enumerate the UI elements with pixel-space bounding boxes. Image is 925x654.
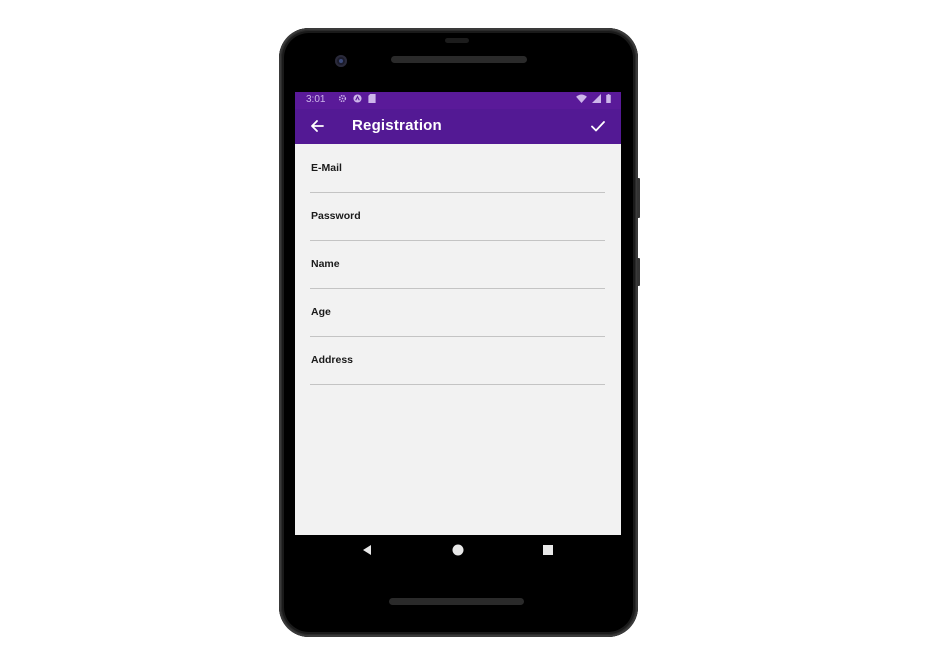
page-title: Registration: [352, 117, 442, 134]
earpiece-speaker: [391, 56, 527, 63]
phone-frame: 3:01 Registration E-Mail Password Name A…: [279, 28, 640, 637]
recents-square-icon: [543, 545, 553, 555]
device-screen: 3:01 Registration E-Mail Password Name A…: [295, 92, 621, 535]
app-bar: Registration: [295, 109, 621, 144]
email-input[interactable]: [310, 174, 605, 193]
address-label: Address: [311, 354, 354, 366]
bottom-speaker: [389, 598, 524, 605]
settings-icon: [338, 94, 347, 103]
nav-back-button[interactable]: [359, 543, 375, 557]
age-label: Age: [311, 306, 331, 318]
address-input[interactable]: [310, 366, 605, 385]
status-time: 3:01: [306, 94, 326, 105]
age-field: Age: [310, 288, 605, 337]
back-triangle-icon: [363, 545, 371, 555]
password-field: Password: [310, 192, 605, 241]
name-label: Name: [311, 258, 340, 270]
back-button[interactable]: [307, 115, 329, 137]
volume-button: [637, 178, 640, 218]
email-field: E-Mail: [310, 144, 605, 193]
battery-icon: [606, 94, 611, 103]
nav-recents-button[interactable]: [540, 543, 556, 557]
password-label: Password: [311, 210, 361, 222]
android-icon: [353, 94, 362, 103]
name-input[interactable]: [310, 270, 605, 289]
email-label: E-Mail: [311, 162, 342, 174]
front-camera: [335, 55, 347, 67]
proximity-sensor: [445, 38, 469, 43]
check-icon: [591, 121, 605, 132]
status-bar: 3:01: [295, 92, 621, 109]
status-right-icons: [576, 94, 611, 103]
signal-icon: [592, 94, 601, 103]
power-button: [637, 258, 640, 286]
status-left-icons: [338, 94, 376, 103]
nav-home-button[interactable]: [450, 543, 466, 557]
age-input[interactable]: [310, 318, 605, 337]
arrow-left-icon: [311, 120, 324, 132]
name-field: Name: [310, 240, 605, 289]
system-nav-bar: [295, 535, 621, 566]
address-field: Address: [310, 336, 605, 385]
wifi-icon: [576, 94, 587, 103]
sd-card-icon: [368, 94, 376, 103]
password-input[interactable]: [310, 222, 605, 241]
home-circle-icon: [452, 544, 464, 556]
save-button[interactable]: [587, 115, 609, 137]
